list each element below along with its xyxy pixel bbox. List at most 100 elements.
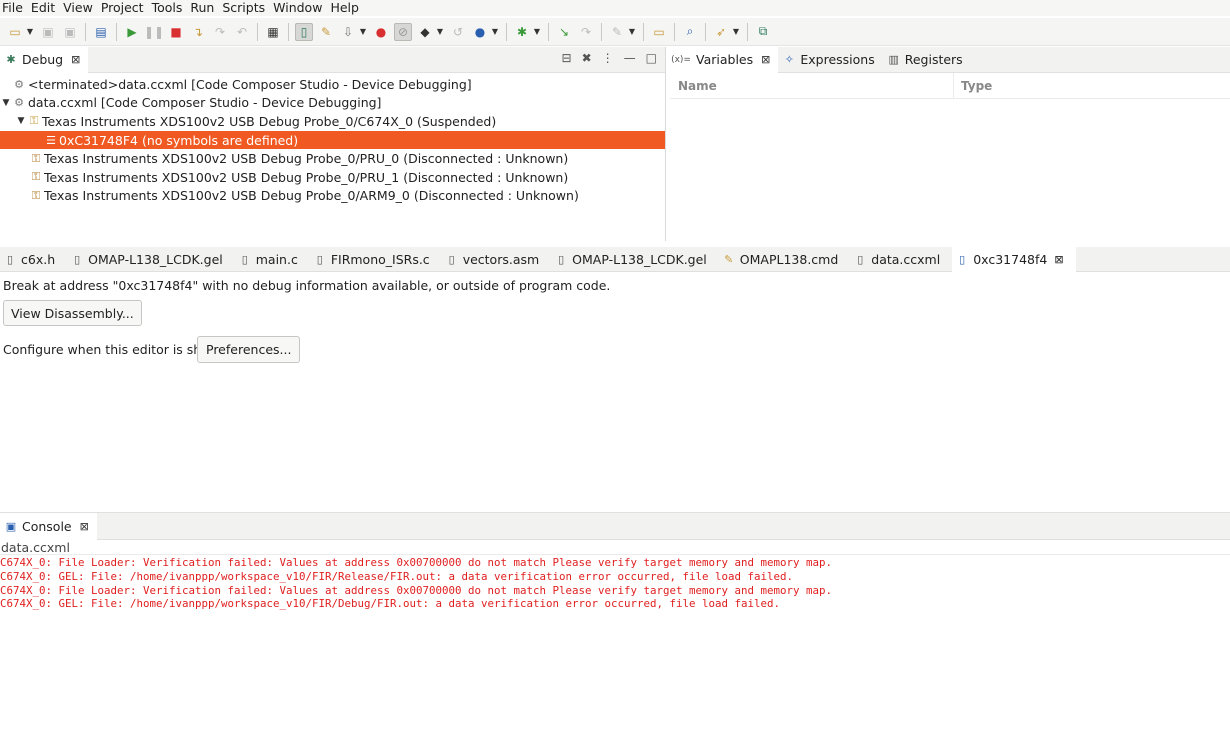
terminate-icon[interactable]: ■ (167, 23, 185, 41)
load-program-icon[interactable]: ⇩ (339, 23, 357, 41)
remove-all-terminated-icon[interactable]: ✖ (582, 51, 592, 65)
view-menu-icon[interactable]: ⋮ (602, 51, 614, 65)
tab-console[interactable]: ▣ Console ⊠ (0, 512, 97, 540)
menu-tools[interactable]: Tools (148, 1, 187, 15)
registers-icon: ▥ (888, 53, 899, 66)
connect-target-icon[interactable]: ▯ (295, 22, 313, 41)
run-dropdown-arrow[interactable]: ▼ (731, 23, 741, 41)
menu-scripts[interactable]: Scripts (218, 1, 269, 15)
toolbar-separator (705, 22, 706, 41)
expressions-icon: ✧ (784, 53, 794, 66)
menu-file[interactable]: File (0, 1, 27, 15)
terminal-icon[interactable]: ▤ (92, 23, 110, 41)
tab-debug[interactable]: ✱ Debug ⊠ (0, 46, 89, 73)
tree-item-core-c674x[interactable]: ▼ ⚿ Texas Instruments XDS100v2 USB Debug… (0, 112, 665, 131)
close-icon[interactable]: ⊠ (1054, 253, 1063, 266)
console-line: C674X_0: GEL: File: /home/ivanppp/worksp… (0, 569, 794, 583)
collapse-all-icon[interactable]: ⊟ (562, 51, 572, 65)
reset-icon[interactable]: ↺ (449, 23, 467, 41)
gel-file-icon: ▯ (74, 252, 81, 266)
expand-icon[interactable]: ▼ (0, 98, 12, 108)
console-output[interactable]: C674X_0: File Loader: Verification faile… (0, 555, 1230, 611)
tree-item-stack-frame[interactable]: ☰ 0xC31748F4 (no symbols are defined) (0, 130, 665, 150)
menu-window[interactable]: Window (269, 1, 326, 15)
suspend-icon[interactable]: ❚❚ (144, 23, 164, 41)
toolbar-separator (548, 22, 549, 41)
perspective-icon[interactable]: ⧉ (754, 23, 772, 41)
assembly-step-into-icon[interactable]: ↘ (555, 23, 573, 41)
cmd-file-icon: ✎ (724, 252, 734, 266)
debug-dropdown-arrow[interactable]: ▼ (532, 23, 542, 41)
menu-edit[interactable]: Edit (27, 1, 59, 15)
run-icon[interactable]: ➶ (712, 23, 730, 41)
tab-firmono-isrs-c[interactable]: ▯ FIRmono_ISRs.c (310, 247, 442, 272)
c-editor-icon: ▯ (959, 252, 966, 266)
tab-main-c[interactable]: ▯ main.c (235, 247, 310, 272)
tab-label: OMAPL138.cmd (739, 251, 839, 267)
tree-item-session[interactable]: ▼ ⚙ data.ccxml [Code Composer Studio - D… (0, 94, 665, 113)
tab-variables[interactable]: (x)= Variables ⊠ (670, 46, 779, 73)
maximize-icon[interactable]: □ (646, 51, 657, 65)
memory-browser-icon[interactable]: ▦ (264, 23, 282, 41)
menu-view[interactable]: View (59, 1, 97, 15)
tree-item-label: data.ccxml [Code Composer Studio - Devic… (28, 95, 382, 111)
close-icon[interactable]: ⊠ (80, 520, 89, 533)
tab-label: OMAP-L138_LCDK.gel (572, 251, 707, 267)
minimize-icon[interactable]: — (624, 51, 636, 65)
save-icon[interactable]: ▣ (39, 23, 57, 41)
tools-icon[interactable]: ✎ (608, 23, 626, 41)
step-return-icon[interactable]: ↶ (233, 23, 251, 41)
tab-address[interactable]: ▯ 0xc31748f4 ⊠ (952, 246, 1076, 272)
console-tabbar: ▣ Console ⊠ (0, 512, 1230, 540)
build-icon[interactable]: ● (471, 23, 489, 41)
menu-project[interactable]: Project (97, 1, 148, 15)
assembly-step-over-icon[interactable]: ↷ (577, 23, 595, 41)
toolbar-separator (116, 22, 117, 41)
tree-item-core-pru1[interactable]: ⚿ Texas Instruments XDS100v2 USB Debug P… (0, 168, 665, 187)
tab-vectors-asm[interactable]: ▯ vectors.asm (442, 247, 551, 272)
thread-suspended-icon: ⚿ (29, 114, 39, 128)
save-all-icon[interactable]: ▣ (61, 23, 79, 41)
tab-data-ccxml[interactable]: ▯ data.ccxml (850, 247, 952, 272)
open-folder-icon[interactable]: ▭ (650, 23, 668, 41)
breakpoint-dropdown-arrow[interactable]: ▼ (435, 23, 445, 41)
resume-icon[interactable]: ▶ (123, 23, 141, 41)
tab-omap-gel-1[interactable]: ▯ OMAP-L138_LCDK.gel (67, 247, 235, 272)
build-dropdown-arrow[interactable]: ▼ (490, 23, 500, 41)
disable-breakpoints-icon[interactable]: ● (372, 23, 390, 41)
search-icon[interactable]: ⌕ (681, 23, 699, 41)
close-icon[interactable]: ⊠ (71, 53, 80, 66)
tab-expressions[interactable]: ✧ Expressions (778, 47, 882, 73)
variables-column-header: Name Type (670, 72, 1230, 99)
tab-registers[interactable]: ▥ Registers (883, 47, 971, 73)
restart-icon[interactable]: ✎ (317, 23, 335, 41)
column-type[interactable]: Type (954, 79, 992, 93)
step-over-icon[interactable]: ↷ (211, 23, 229, 41)
console-line: C674X_0: GEL: File: /home/ivanppp/worksp… (0, 597, 781, 611)
view-disassembly-button[interactable]: View Disassembly... (3, 300, 142, 326)
new-dropdown-arrow[interactable]: ▼ (25, 23, 35, 41)
load-dropdown-arrow[interactable]: ▼ (358, 23, 368, 41)
new-icon[interactable]: ▭ (6, 23, 24, 41)
expand-icon[interactable]: ▼ (15, 116, 27, 126)
menu-run[interactable]: Run (186, 1, 218, 15)
tree-item-core-pru0[interactable]: ⚿ Texas Instruments XDS100v2 USB Debug P… (0, 149, 665, 168)
breakpoint-icon[interactable]: ◆ (416, 23, 434, 41)
menu-help[interactable]: Help (326, 1, 363, 15)
tools-dropdown-arrow[interactable]: ▼ (627, 23, 637, 41)
skip-breakpoints-icon[interactable]: ⊘ (394, 22, 412, 41)
preferences-button[interactable]: Preferences... (197, 336, 301, 363)
column-name[interactable]: Name (670, 72, 954, 99)
step-into-icon[interactable]: ↴ (189, 23, 207, 41)
tab-omap-gel-2[interactable]: ▯ OMAP-L138_LCDK.gel (551, 247, 719, 272)
close-icon[interactable]: ⊠ (761, 53, 770, 66)
editor-tabbar: ▯ c6x.h ▯ OMAP-L138_LCDK.gel ▯ main.c ▯ … (0, 246, 1230, 272)
debug-icon[interactable]: ✱ (513, 23, 531, 41)
tab-omapl138-cmd[interactable]: ✎ OMAPL138.cmd (719, 247, 851, 272)
console-view: ▣ Console ⊠ data.ccxml C674X_0: File Loa… (0, 512, 1230, 756)
tree-item-terminated-session[interactable]: ⚙ <terminated>data.ccxml [Code Composer … (0, 75, 665, 94)
tab-c6x-h[interactable]: ▯ c6x.h (0, 247, 67, 272)
configure-text: Configure when this editor is shown (3, 342, 228, 357)
toolbar-separator (747, 22, 748, 41)
tree-item-core-arm9[interactable]: ⚿ Texas Instruments XDS100v2 USB Debug P… (0, 187, 665, 206)
